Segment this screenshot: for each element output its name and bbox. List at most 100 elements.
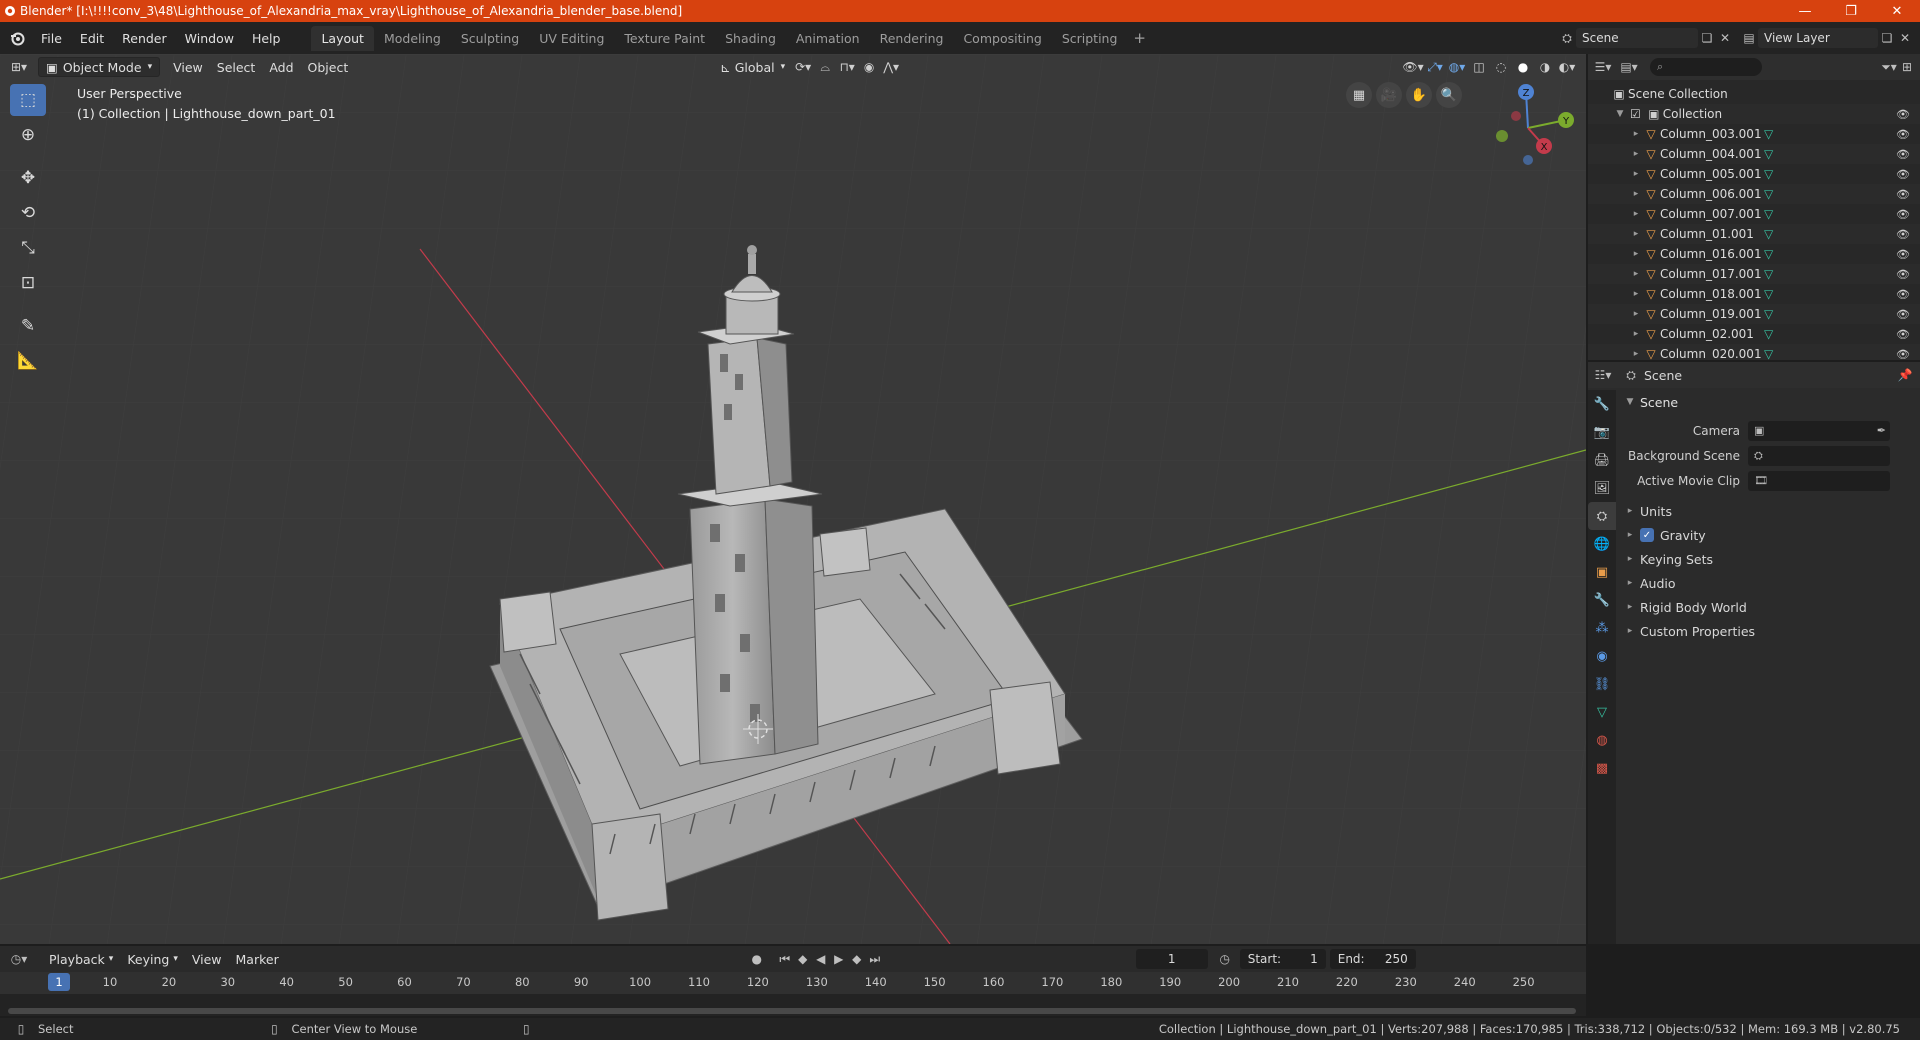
outliner-search-input[interactable]: ⌕ <box>1650 58 1762 76</box>
navigation-gizmo[interactable]: ▦ 🎥 ✋ 🔍 Z Y X <box>1346 82 1586 202</box>
3d-viewport[interactable]: ⊞▾ ▣ Object Mode ▾ View Select Add Objec… <box>0 54 1586 944</box>
menu-marker[interactable]: Marker <box>229 949 286 969</box>
collapse-triangle-icon[interactable]: ▸ <box>1630 349 1642 359</box>
cursor-tool[interactable]: ⊕ <box>10 119 46 151</box>
overlays-toggle-icon[interactable]: ◍▾ <box>1446 57 1468 77</box>
end-frame-field[interactable]: End: 250 <box>1329 949 1416 969</box>
output-tab-icon[interactable]: 🖨 <box>1588 446 1616 474</box>
axis-gizmo[interactable]: Z Y X <box>1466 78 1586 198</box>
menu-select[interactable]: Select <box>210 57 263 77</box>
outliner-item[interactable]: ▸ ▽ Column_020.001 ▽ 👁 <box>1588 344 1920 360</box>
eye-icon[interactable]: 👁 <box>1896 328 1910 341</box>
menu-object[interactable]: Object <box>301 57 356 77</box>
select-box-tool[interactable]: ⬚ <box>10 84 46 116</box>
annotate-tool[interactable]: ✎ <box>10 310 46 342</box>
eye-icon[interactable]: 👁 <box>1896 348 1910 361</box>
preview-range-icon[interactable]: ◷ <box>1216 950 1234 968</box>
mesh-data-icon[interactable]: ▽ <box>1764 127 1773 141</box>
mesh-data-icon[interactable]: ▽ <box>1764 307 1773 321</box>
next-keyframe-icon[interactable]: ◆ <box>848 950 866 968</box>
delete-view-layer-icon[interactable]: ✕ <box>1896 29 1914 47</box>
tab-layout[interactable]: Layout <box>311 25 374 51</box>
proportional-falloff-icon[interactable]: ⋀▾ <box>880 57 902 77</box>
menu-view[interactable]: View <box>166 57 210 77</box>
filter-icon[interactable]: ⏷▾ <box>1880 58 1898 76</box>
menu-edit[interactable]: Edit <box>71 31 113 46</box>
transform-orientation-dropdown[interactable]: ⊾ Global ▾ <box>713 57 792 77</box>
tab-compositing[interactable]: Compositing <box>953 26 1051 51</box>
menu-render[interactable]: Render <box>113 31 176 46</box>
outliner-collection[interactable]: ▼ ☑ ▣ Collection 👁 <box>1588 104 1920 124</box>
zoom-view-icon[interactable]: 🔍 <box>1436 82 1462 108</box>
frame-ruler[interactable]: 10 20 30 40 50 60 70 80 90 100 110 120 130 140 150 160 1… <box>0 972 1586 994</box>
gravity-checkbox[interactable]: ✓ <box>1640 528 1654 542</box>
eye-icon[interactable]: 👁 <box>1896 268 1910 281</box>
view-layer-field[interactable]: View Layer <box>1758 28 1878 48</box>
prev-keyframe-icon[interactable]: ◆ <box>794 950 812 968</box>
eye-icon[interactable]: 👁 <box>1896 228 1910 241</box>
outliner-item[interactable]: ▸ ▽ Column_003.001 ▽ 👁 <box>1588 124 1920 144</box>
collapse-triangle-icon[interactable]: ▸ <box>1630 209 1642 219</box>
play-reverse-icon[interactable]: ◀ <box>812 950 830 968</box>
scene-panel-header[interactable]: ▼ Scene <box>1618 390 1920 414</box>
menu-window[interactable]: Window <box>176 31 243 46</box>
rigid-body-world-panel[interactable]: ▸ Rigid Body World <box>1618 595 1920 619</box>
display-mode-icon[interactable]: ▤▾ <box>1620 58 1638 76</box>
tab-animation[interactable]: Animation <box>786 26 870 51</box>
timeline-editor-icon[interactable]: ◷▾ <box>10 950 28 968</box>
mesh-data-icon[interactable]: ▽ <box>1764 347 1773 360</box>
camera-field[interactable]: ▣ ✒ <box>1748 420 1890 441</box>
outliner-item[interactable]: ▸ ▽ Column_019.001 ▽ 👁 <box>1588 304 1920 324</box>
menu-file[interactable]: File <box>32 31 71 46</box>
collapse-triangle-icon[interactable]: ▸ <box>1630 249 1642 259</box>
expand-triangle-icon[interactable]: ▼ <box>1614 109 1626 119</box>
outliner-scene-collection[interactable]: ▣ Scene Collection <box>1588 84 1920 104</box>
scene-name-field[interactable]: Scene <box>1576 28 1698 48</box>
collapse-triangle-icon[interactable]: ▸ <box>1630 309 1642 319</box>
constraints-tab-icon[interactable]: ⛓ <box>1588 670 1616 698</box>
outliner-item[interactable]: ▸ ▽ Column_02.001 ▽ 👁 <box>1588 324 1920 344</box>
pan-view-icon[interactable]: ✋ <box>1406 82 1432 108</box>
outliner-item[interactable]: ▸ ▽ Column_01.001 ▽ 👁 <box>1588 224 1920 244</box>
snap-toggle-icon[interactable]: ⌓ <box>814 57 836 77</box>
physics-tab-icon[interactable]: ◉ <box>1588 642 1616 670</box>
restore-button[interactable]: ❐ <box>1828 0 1874 22</box>
jump-start-icon[interactable]: ⏮ <box>776 950 794 968</box>
neg-x-dot[interactable] <box>1511 111 1521 121</box>
texture-tab-icon[interactable]: ▩ <box>1588 754 1616 782</box>
collapse-triangle-icon[interactable]: ▸ <box>1630 169 1642 179</box>
outliner-editor-icon[interactable]: ☰▾ <box>1594 58 1612 76</box>
solid-shading-icon[interactable]: ● <box>1512 57 1534 77</box>
visibility-filter-icon[interactable]: 👁▾ <box>1402 57 1424 77</box>
custom-properties-panel[interactable]: ▸ Custom Properties <box>1618 619 1920 643</box>
new-scene-icon[interactable]: ❏ <box>1698 29 1716 47</box>
mode-selector[interactable]: ▣ Object Mode ▾ <box>38 57 161 77</box>
outliner-item[interactable]: ▸ ▽ Column_004.001 ▽ 👁 <box>1588 144 1920 164</box>
world-tab-icon[interactable]: 🌐 <box>1588 530 1616 558</box>
properties-editor-icon[interactable]: ☷▾ <box>1594 366 1612 384</box>
object-tab-icon[interactable]: ▣ <box>1588 558 1616 586</box>
scene-tab-icon[interactable]: ⛭ <box>1588 502 1616 530</box>
tab-scripting[interactable]: Scripting <box>1052 26 1128 51</box>
mesh-data-icon[interactable]: ▽ <box>1764 147 1773 161</box>
collapse-triangle-icon[interactable]: ▸ <box>1630 149 1642 159</box>
timeline-scrollbar[interactable] <box>8 1008 1576 1014</box>
eye-icon[interactable]: 👁 <box>1896 308 1910 321</box>
outliner-item[interactable]: ▸ ▽ Column_016.001 ▽ 👁 <box>1588 244 1920 264</box>
units-panel[interactable]: ▸ Units <box>1618 499 1920 523</box>
gravity-panel[interactable]: ▸ ✓ Gravity <box>1618 523 1920 547</box>
background-scene-field[interactable]: ⛭ <box>1748 445 1890 466</box>
outliner-item[interactable]: ▸ ▽ Column_005.001 ▽ 👁 <box>1588 164 1920 184</box>
material-preview-icon[interactable]: ◑ <box>1534 57 1556 77</box>
mesh-data-icon[interactable]: ▽ <box>1764 247 1773 261</box>
pin-icon[interactable]: 📌 <box>1896 366 1914 384</box>
mesh-data-icon[interactable]: ▽ <box>1764 327 1773 341</box>
current-frame-field[interactable]: 1 <box>1135 949 1208 969</box>
collapse-triangle-icon[interactable]: ▸ <box>1630 269 1642 279</box>
delete-scene-icon[interactable]: ✕ <box>1716 29 1734 47</box>
jump-end-icon[interactable]: ⏭ <box>866 950 884 968</box>
eyedropper-icon[interactable]: ✒ <box>1877 424 1886 437</box>
eye-icon[interactable]: 👁 <box>1896 188 1910 201</box>
neg-z-dot[interactable] <box>1523 155 1533 165</box>
camera-view-icon[interactable]: 🎥 <box>1376 82 1402 108</box>
